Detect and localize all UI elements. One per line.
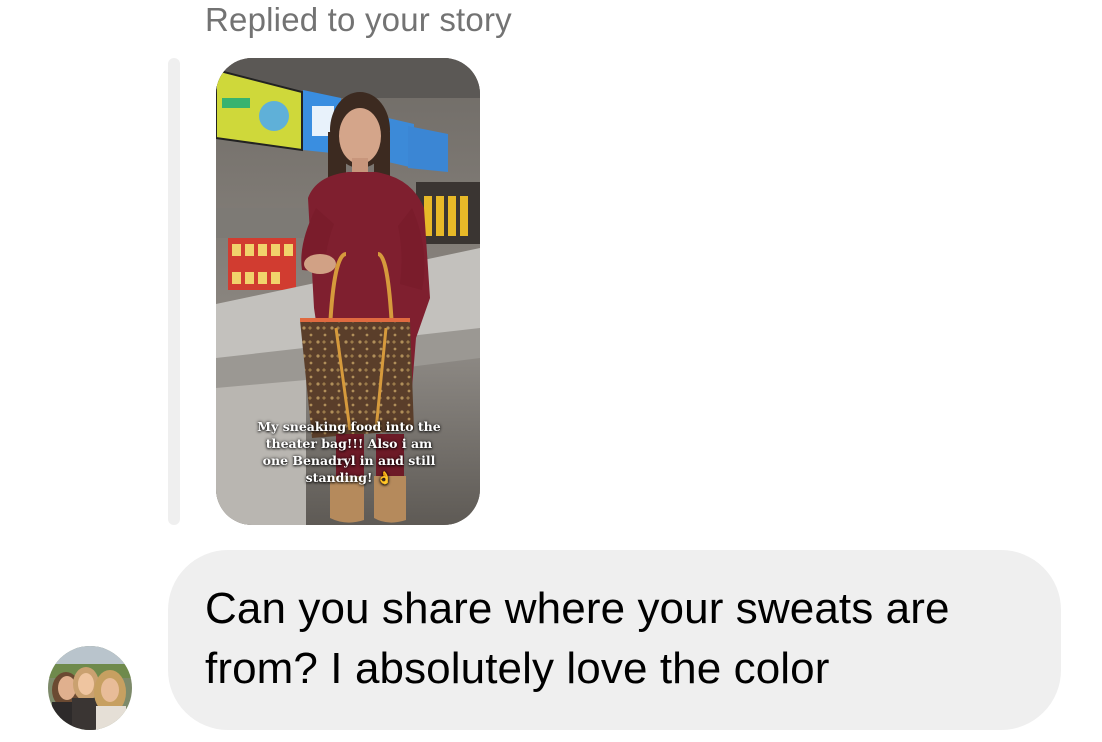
- story-caption: My sneaking food into the theater bag!!!…: [257, 419, 441, 485]
- message-bubble[interactable]: Can you share where your sweats are from…: [168, 550, 1061, 730]
- profile-photo-avatar-icon: [48, 646, 132, 730]
- story-thumbnail[interactable]: My sneaking food into the theater bag!!!…: [216, 58, 480, 525]
- reply-indicator-bar: [168, 58, 180, 525]
- sender-avatar[interactable]: [48, 646, 132, 730]
- message-text: Can you share where your sweats are from…: [205, 584, 950, 693]
- replied-to-story-label: Replied to your story: [205, 1, 512, 38]
